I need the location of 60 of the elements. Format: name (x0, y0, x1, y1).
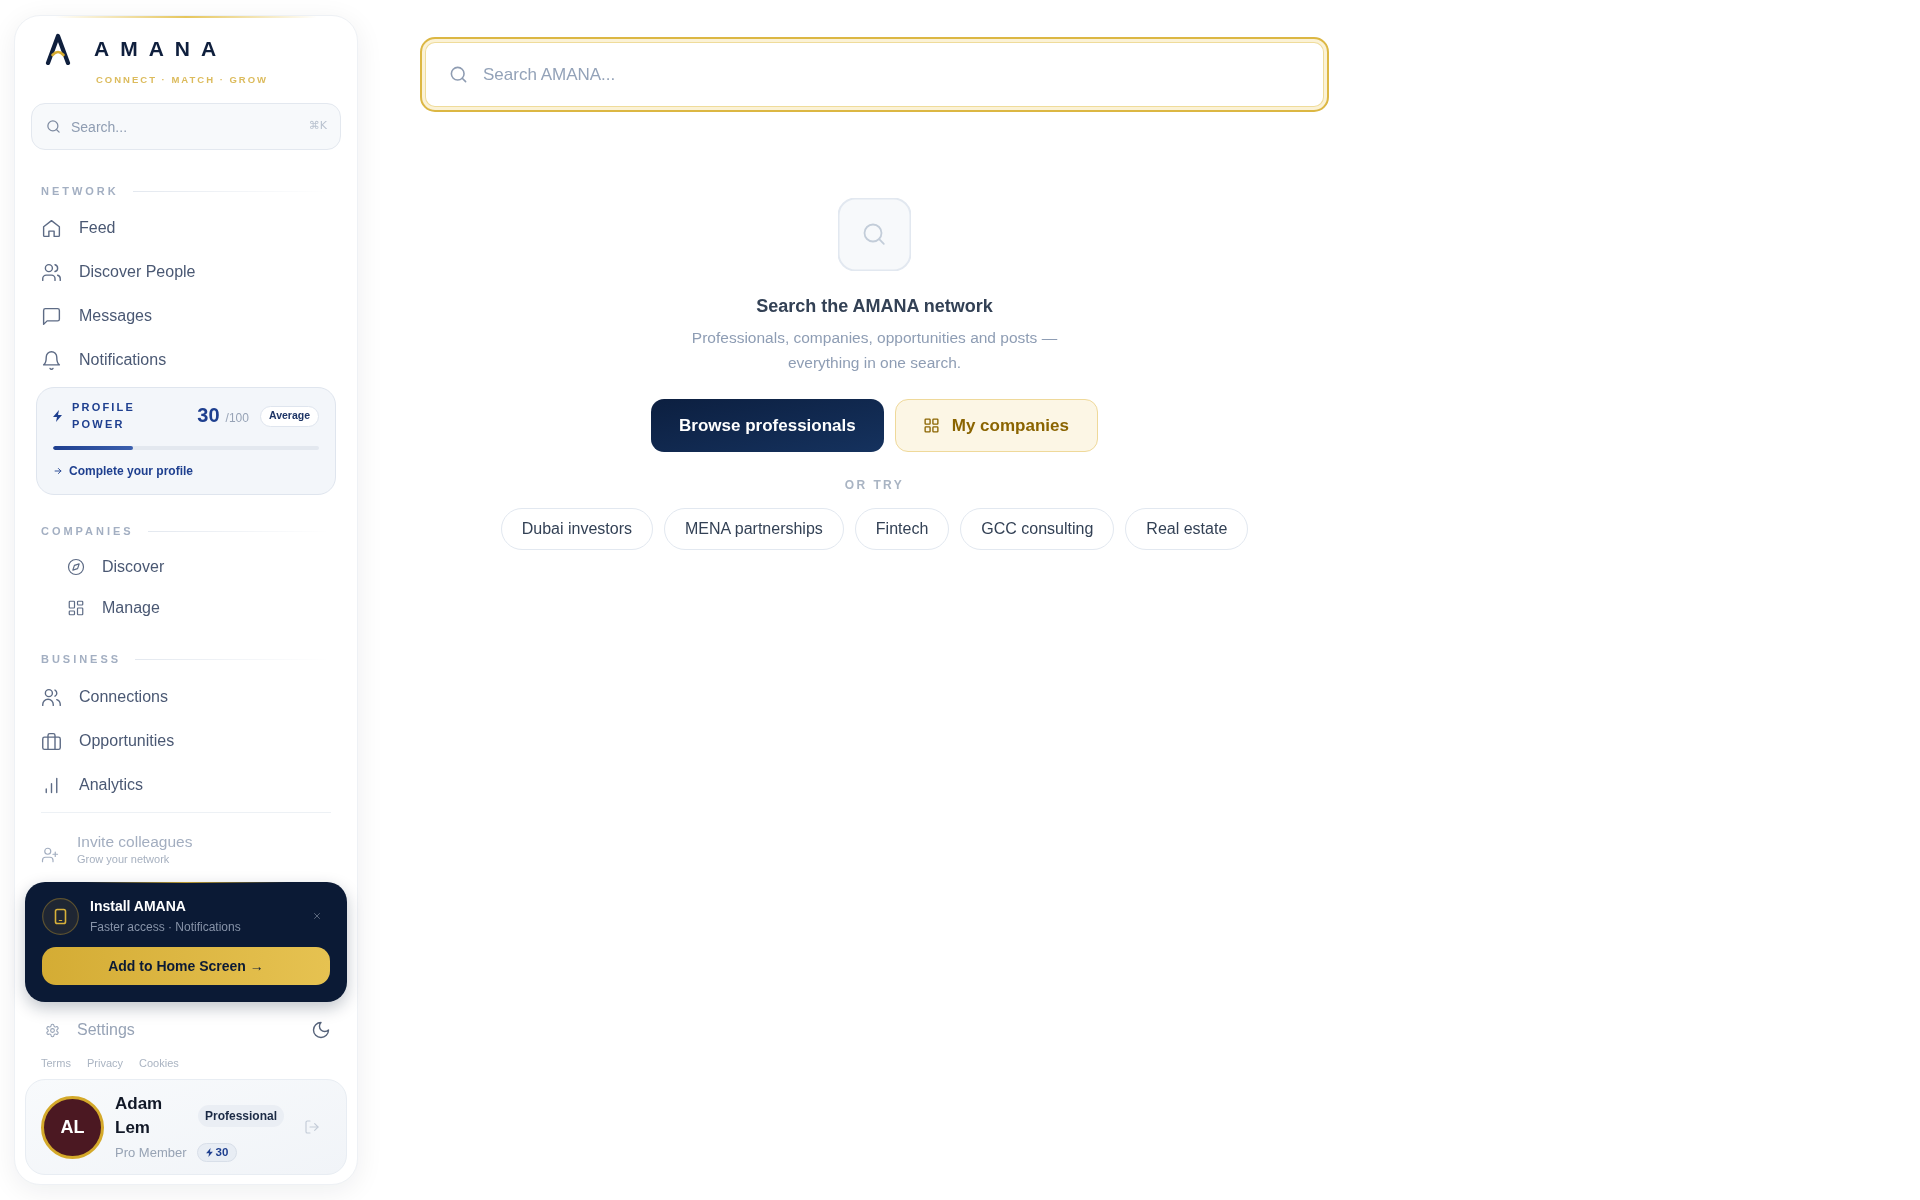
search-field[interactable]: Search AMANA... (420, 37, 1329, 112)
nav-item[interactable]: Connections (31, 675, 341, 719)
arrow-right-icon (53, 466, 63, 476)
my-companies-button[interactable]: My companies (894, 399, 1098, 452)
lightning-icon (53, 410, 62, 422)
logo-wordmark: AMANA (94, 37, 228, 61)
nav-item[interactable]: Manage (31, 587, 341, 628)
section-heading: BUSINESS (41, 653, 121, 665)
logo-icon (45, 33, 71, 65)
phone-icon (42, 897, 79, 935)
settings-icon (45, 1022, 60, 1038)
grid-icon (67, 598, 85, 617)
grid-icon (922, 417, 940, 434)
logo-tagline: CONNECT · MATCH · GROW (96, 74, 269, 86)
briefcase-icon (41, 730, 62, 752)
close-icon[interactable] (312, 911, 322, 921)
chat-bubble-icon (41, 305, 62, 327)
suggestion-chip[interactable]: Dubai investors (500, 508, 653, 550)
shortcut-hint: ⌘K (308, 119, 327, 133)
complete-profile-link[interactable]: Complete your profile (53, 463, 193, 479)
empty-state-title: Search the AMANA network (756, 295, 993, 318)
suggestion-chip[interactable]: Real estate (1125, 508, 1249, 550)
points-badge: 30 (196, 1143, 238, 1162)
suggestions-heading: OR TRY (844, 478, 905, 492)
nav-item[interactable]: Discover People (31, 250, 341, 294)
suggestion-chip[interactable]: Fintech (854, 508, 950, 550)
user-role: Pro Member (115, 1144, 187, 1161)
people-icon (41, 261, 62, 283)
profile-score: 30 (197, 405, 220, 425)
nav-item[interactable]: Feed (31, 206, 341, 250)
search-icon (838, 198, 911, 271)
user-name: Adam Lem (115, 1093, 164, 1139)
nav-item[interactable]: Opportunities (31, 719, 341, 763)
add-person-icon (41, 846, 59, 864)
section-heading: NETWORK (41, 185, 119, 197)
compass-icon (67, 557, 85, 576)
nav-item[interactable]: Discover (31, 546, 341, 587)
people-icon (41, 686, 62, 708)
lightning-icon (205, 1148, 213, 1157)
install-title: Install AMANA (90, 897, 187, 915)
avatar: AL (41, 1095, 104, 1159)
profile-power-title: PROFILE POWER (72, 400, 137, 432)
plan-badge: Professional (198, 1105, 285, 1127)
nav-item[interactable]: Notifications (31, 338, 341, 382)
search-icon (46, 119, 61, 134)
rating-badge: Average (259, 405, 319, 427)
install-subtitle: Faster access · Notifications (90, 919, 241, 935)
browse-professionals-button[interactable]: Browse professionals (651, 399, 884, 452)
suggestion-chip[interactable]: MENA partnerships (664, 508, 844, 550)
search-icon (449, 65, 468, 84)
home-icon (41, 217, 62, 239)
bell-icon (41, 349, 62, 371)
moon-icon[interactable] (311, 1020, 331, 1040)
score-max: /100 (225, 410, 249, 427)
empty-state-description: Professionals, companies, opportunities and posts — everything in one search. (690, 328, 1059, 373)
nav-item[interactable]: Analytics (31, 763, 341, 807)
section-heading: COMPANIES (41, 525, 134, 537)
nav-item[interactable]: Messages (31, 294, 341, 338)
add-to-home-screen-button[interactable]: Add to Home Screen → (42, 947, 330, 985)
suggestion-chip[interactable]: GCC consulting (960, 508, 1115, 550)
